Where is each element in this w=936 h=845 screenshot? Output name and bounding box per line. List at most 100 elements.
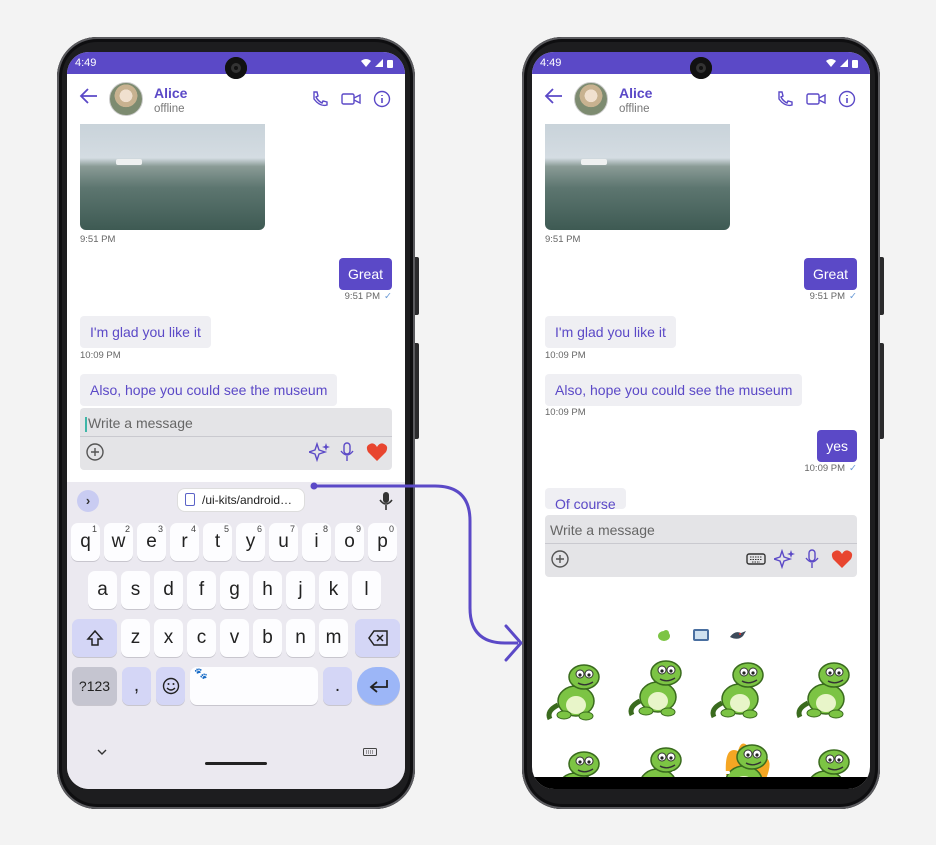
key-label: g: [229, 579, 240, 600]
outgoing-message[interactable]: Great: [338, 258, 392, 290]
symbols-key[interactable]: ?123: [72, 667, 117, 705]
image-message[interactable]: [545, 124, 730, 230]
key-i[interactable]: i8: [302, 523, 331, 561]
period-key[interactable]: .: [323, 667, 352, 705]
outgoing-message[interactable]: yes: [817, 430, 857, 462]
back-arrow-icon[interactable]: [79, 86, 99, 106]
key-t[interactable]: t5: [203, 523, 232, 561]
sticker-pack-dino-icon[interactable]: [656, 627, 672, 643]
phone-icon[interactable]: [776, 90, 794, 108]
incoming-message[interactable]: Also, hope you could see the museum: [545, 374, 803, 406]
message-text: I'm glad you like it: [90, 324, 201, 340]
key-r[interactable]: r4: [170, 523, 199, 561]
time-text: 10:09 PM: [804, 463, 846, 474]
emoji-key[interactable]: [156, 667, 185, 705]
incoming-message[interactable]: I'm glad you like it: [545, 316, 676, 348]
comma-key[interactable]: ,: [122, 667, 151, 705]
backspace-key[interactable]: [355, 619, 400, 657]
key-k[interactable]: k: [319, 571, 348, 609]
key-g[interactable]: g: [220, 571, 249, 609]
hide-keyboard-icon[interactable]: [97, 748, 107, 756]
home-indicator[interactable]: [205, 762, 267, 765]
video-icon[interactable]: [341, 90, 361, 108]
add-circle-icon[interactable]: [550, 549, 570, 569]
heart-icon[interactable]: [831, 549, 853, 569]
key-y[interactable]: y6: [236, 523, 265, 561]
key-o[interactable]: o9: [335, 523, 364, 561]
avatar[interactable]: [574, 82, 608, 116]
key-n[interactable]: n: [286, 619, 315, 657]
key-f[interactable]: f: [187, 571, 216, 609]
incoming-message[interactable]: Of course: [545, 488, 626, 509]
key-label: l: [364, 579, 369, 600]
key-b[interactable]: b: [253, 619, 282, 657]
phone-right: 4:49 Alice offline 9:51 PM Great 9:51 PM…: [522, 37, 884, 809]
key-l[interactable]: l: [352, 571, 381, 609]
expand-toolbar-icon[interactable]: ›: [77, 490, 99, 512]
shift-key[interactable]: [72, 619, 117, 657]
home-indicator[interactable]: [672, 771, 730, 774]
phone-icon[interactable]: [311, 90, 329, 108]
text-cursor: [85, 416, 87, 432]
key-v[interactable]: v: [220, 619, 249, 657]
message-time: 10:09 PM: [545, 350, 586, 361]
read-check-icon: ✓: [849, 291, 857, 302]
info-icon[interactable]: [373, 90, 391, 108]
outgoing-message[interactable]: Great: [803, 258, 857, 290]
volume-button: [415, 343, 419, 439]
signal-icon: [375, 59, 383, 67]
key-a[interactable]: a: [88, 571, 117, 609]
key-u[interactable]: u7: [269, 523, 298, 561]
clipboard-suggestion[interactable]: /ui-kits/android…: [177, 488, 305, 512]
sticker-item[interactable]: [796, 653, 860, 721]
mic-icon[interactable]: [805, 549, 819, 569]
key-m[interactable]: m: [319, 619, 348, 657]
info-icon[interactable]: [838, 90, 856, 108]
video-icon[interactable]: [806, 90, 826, 108]
space-key[interactable]: 🐾: [190, 667, 318, 705]
image-message[interactable]: [80, 124, 265, 230]
message-text: Great: [812, 266, 848, 282]
key-j[interactable]: j: [286, 571, 315, 609]
backspace-icon: [367, 630, 388, 646]
keyboard-switch-icon[interactable]: [363, 748, 377, 756]
sticker-item[interactable]: [546, 655, 610, 723]
sparkle-icon[interactable]: [309, 442, 331, 462]
key-p[interactable]: p0: [368, 523, 397, 561]
heart-icon[interactable]: [366, 442, 388, 462]
key-s[interactable]: s: [121, 571, 150, 609]
power-button: [880, 257, 884, 315]
status-icons: [361, 59, 393, 68]
sticker-pack-tv-icon[interactable]: [692, 627, 710, 643]
message-time: 10:09 PM: [545, 407, 586, 418]
sticker-item[interactable]: [628, 651, 692, 719]
status-time: 4:49: [75, 57, 97, 69]
incoming-message[interactable]: Also, hope you could see the museum: [80, 374, 338, 406]
mic-icon[interactable]: [340, 442, 354, 462]
key-label: u: [278, 531, 289, 552]
key-x[interactable]: x: [154, 619, 183, 657]
status-icons: [826, 59, 858, 68]
key-c[interactable]: c: [187, 619, 216, 657]
enter-key[interactable]: [357, 667, 400, 705]
sparkle-icon[interactable]: [774, 549, 796, 569]
avatar[interactable]: [109, 82, 143, 116]
voice-input-icon[interactable]: [379, 491, 393, 511]
key-hint: 9: [355, 524, 361, 534]
sticker-item[interactable]: [710, 653, 774, 721]
sticker-pack-bird-icon[interactable]: [729, 629, 747, 641]
key-q[interactable]: q1: [71, 523, 100, 561]
message-text: I'm glad you like it: [555, 324, 666, 340]
back-arrow-icon[interactable]: [544, 86, 564, 106]
key-d[interactable]: d: [154, 571, 183, 609]
key-e[interactable]: e3: [137, 523, 166, 561]
key-z[interactable]: z: [121, 619, 150, 657]
wifi-icon: [826, 59, 836, 67]
key-h[interactable]: h: [253, 571, 282, 609]
incoming-message[interactable]: I'm glad you like it: [80, 316, 211, 348]
keyboard-icon[interactable]: [746, 553, 766, 565]
message-input[interactable]: Write a message: [545, 515, 857, 544]
key-w[interactable]: w2: [104, 523, 133, 561]
message-input[interactable]: Write a message: [80, 408, 392, 437]
add-circle-icon[interactable]: [85, 442, 105, 462]
